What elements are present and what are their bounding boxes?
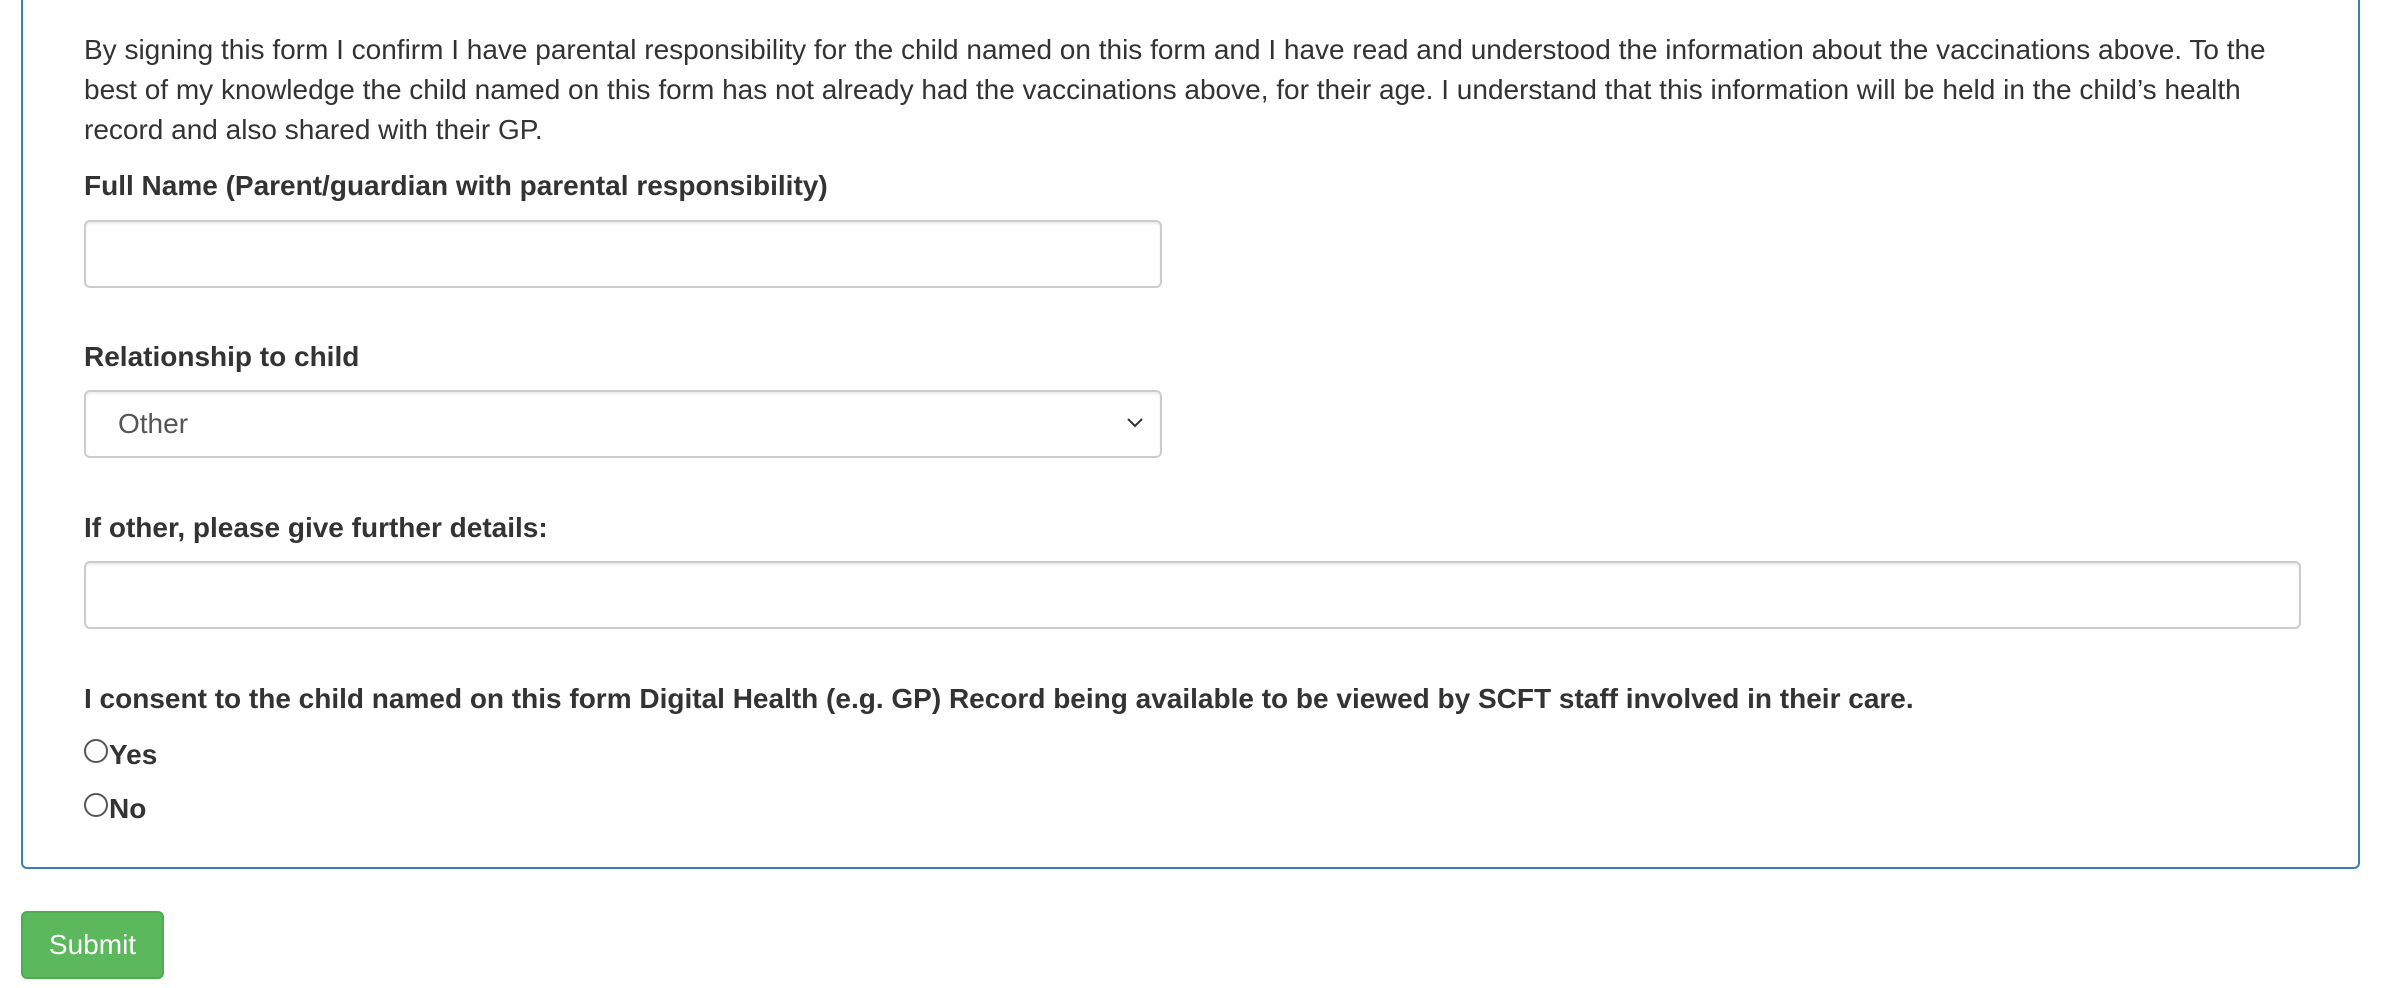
radio-yes[interactable] [84,739,108,763]
submit-button[interactable]: Submit [21,911,164,979]
radio-no-label: No [109,793,147,824]
consent-option-yes[interactable]: Yes [84,735,157,775]
declaration-text: By signing this form I confirm I have pa… [84,34,2266,145]
consent-question: I consent to the child named on this for… [84,683,1914,714]
relationship-selected-value: Other [118,408,189,439]
consent-form-page: By signing this form I confirm I have pa… [0,0,2392,988]
radio-yes-label: Yes [109,739,158,770]
radio-no[interactable] [84,793,108,817]
relationship-select[interactable]: Other [84,390,1162,458]
relationship-label: Relationship to child [84,341,360,372]
other-details-input[interactable] [84,561,2301,629]
other-details-label: If other, please give further details: [84,512,548,543]
full-name-label: Full Name (Parent/guardian with parental… [84,170,828,201]
consent-option-no[interactable]: No [84,789,146,829]
full-name-input[interactable] [84,220,1162,288]
chevron-down-icon [1127,418,1143,428]
